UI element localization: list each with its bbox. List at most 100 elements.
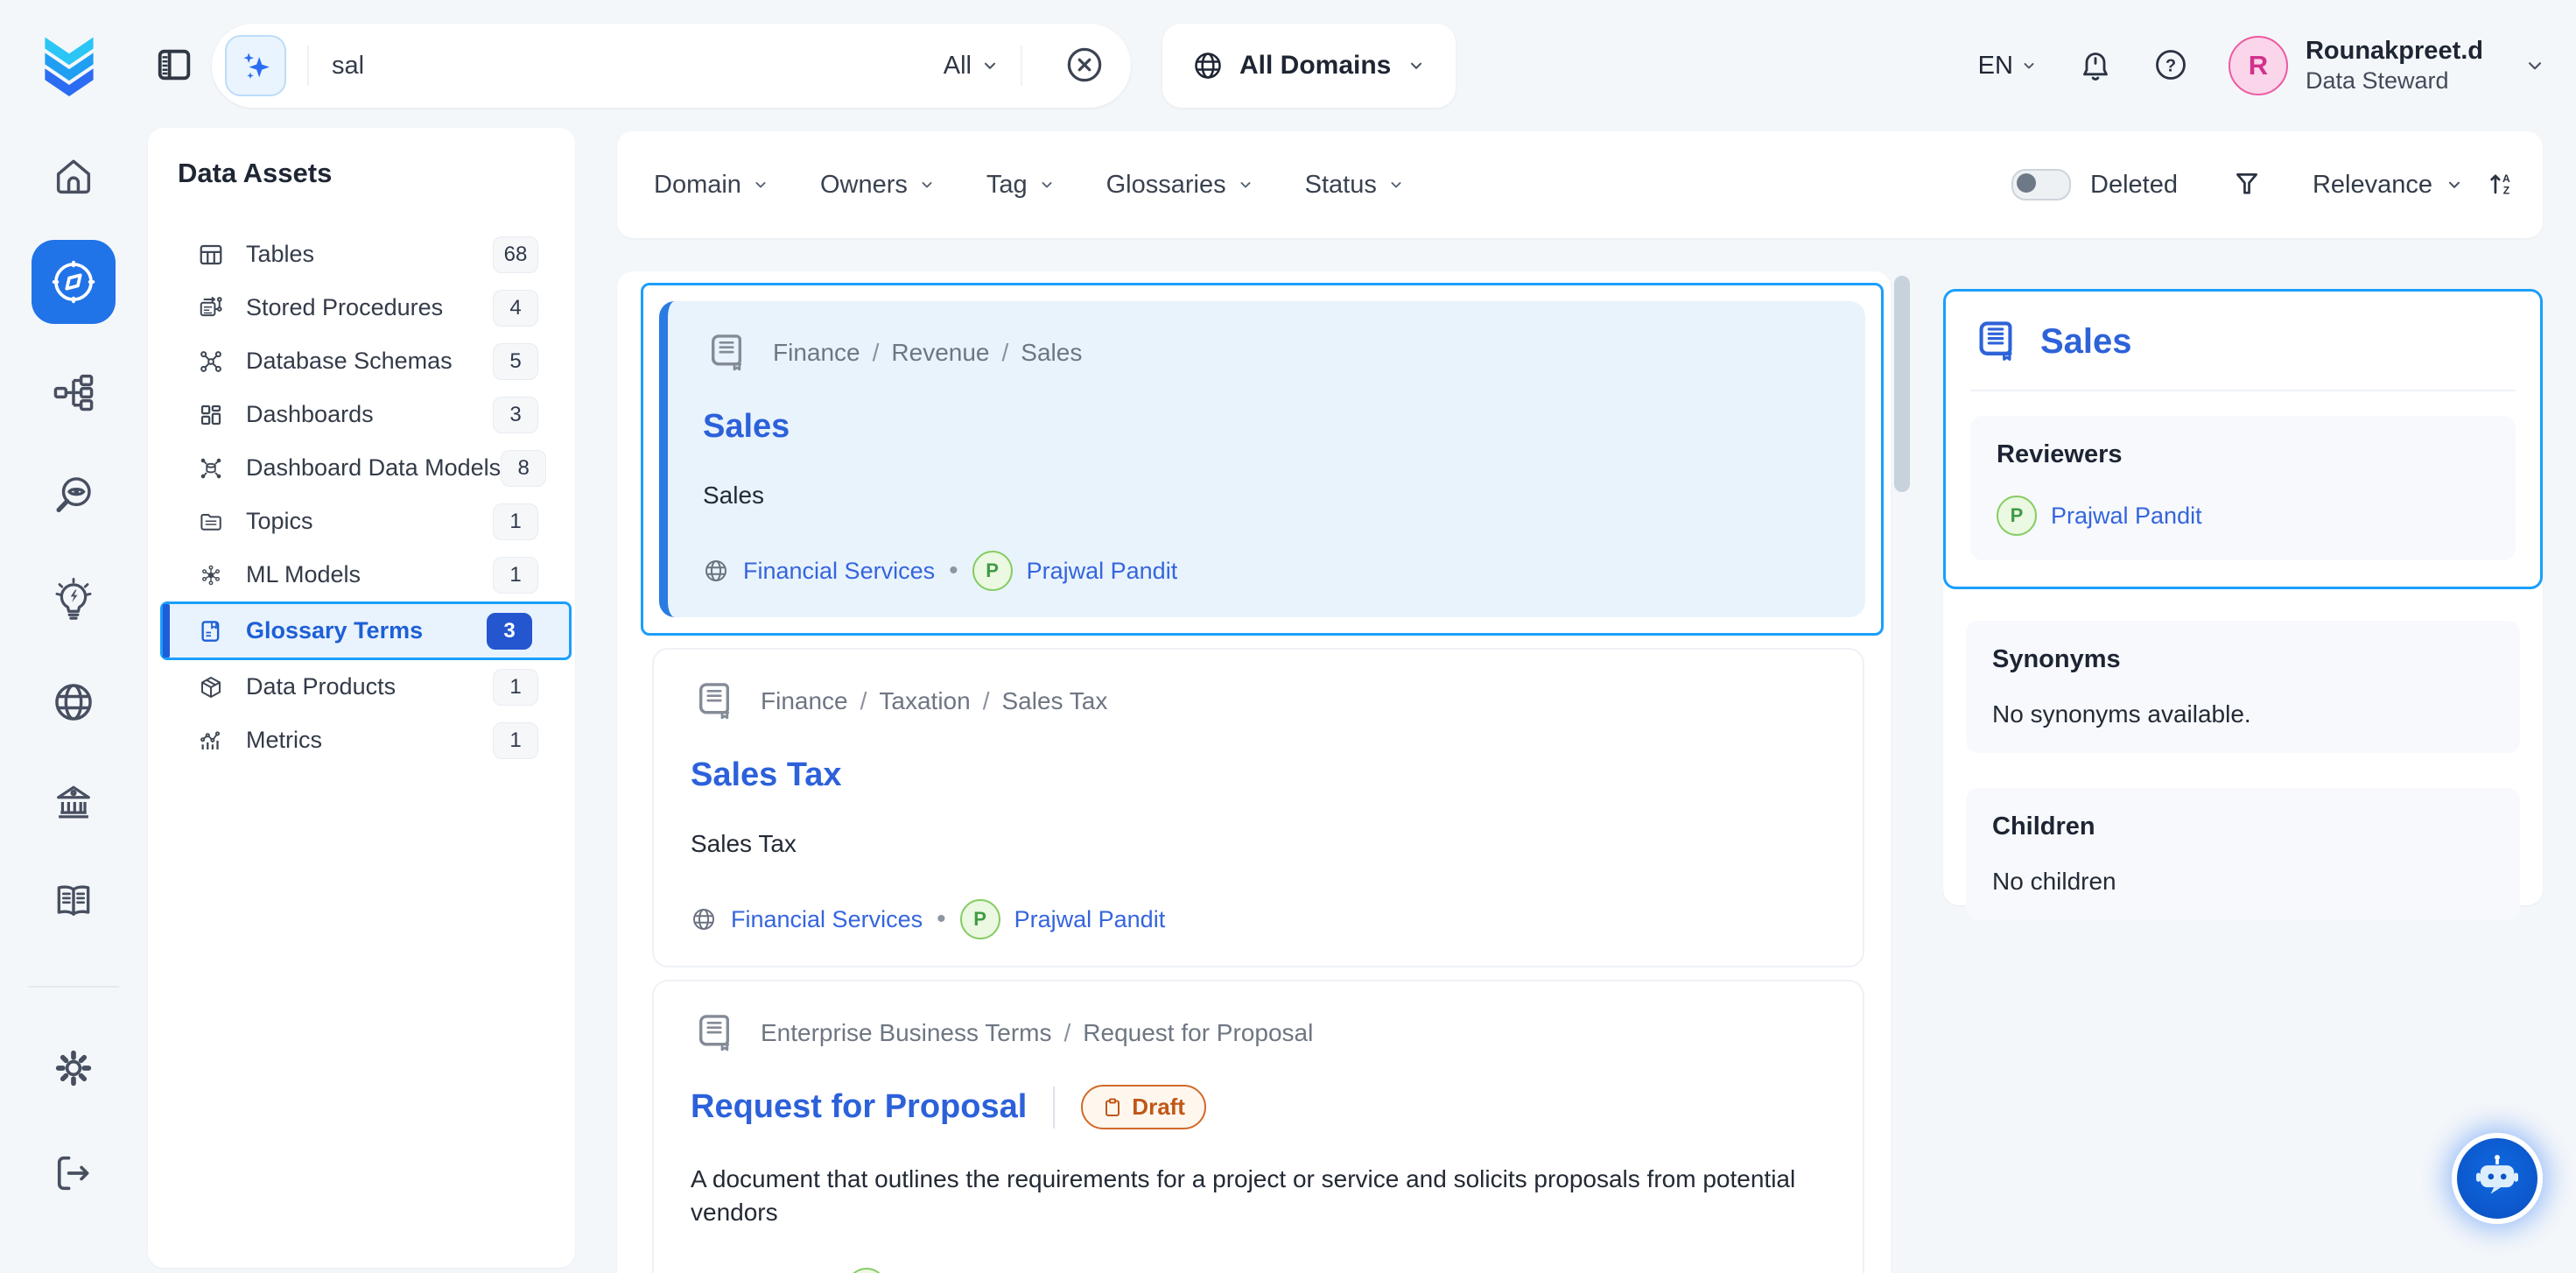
filter-tag[interactable]: Tag <box>986 171 1056 200</box>
book-icon <box>703 327 750 378</box>
asset-type-stored-procedures[interactable]: Stored Procedures 4 <box>148 281 575 334</box>
dashboard-data-model-icon <box>197 455 225 482</box>
user-menu[interactable]: R Rounakpreet.d Data Steward <box>2229 36 2483 95</box>
asset-type-data-products[interactable]: Data Products 1 <box>148 660 575 714</box>
filter-bar: Domain Owners Tag Glossaries Status <box>617 131 2543 238</box>
crumb-separator: / <box>873 339 880 367</box>
left-nav-rail <box>0 131 147 1247</box>
asset-type-dashboard-data-models[interactable]: Dashboard Data Models 8 <box>148 441 575 495</box>
result-card-request-for-proposal[interactable]: Enterprise Business Terms/ Request for P… <box>652 980 1864 1273</box>
chevron-down-icon[interactable] <box>2523 54 2546 77</box>
chevron-down-icon <box>918 176 936 193</box>
crumb[interactable]: Finance <box>761 687 848 715</box>
language-dropdown[interactable]: EN <box>1978 52 2038 81</box>
crumb[interactable]: Sales <box>1021 339 1082 367</box>
asset-type-topics[interactable]: Topics 1 <box>148 495 575 548</box>
bell-icon <box>2078 47 2113 82</box>
asset-label: Data Products <box>246 673 493 700</box>
book-icon <box>691 676 738 727</box>
chevron-down-icon <box>980 56 1000 75</box>
owner-avatar-initial: P <box>986 559 999 582</box>
globe-icon[interactable] <box>51 679 96 725</box>
crumb[interactable]: Taxation <box>879 687 970 715</box>
search-scope-dropdown[interactable]: All <box>944 52 1000 81</box>
asset-type-glossary-terms-selected[interactable]: Glossary Terms 3 <box>160 601 572 660</box>
all-domains-label: All Domains <box>1239 51 1391 81</box>
asset-label: Metrics <box>246 727 493 754</box>
asset-type-database-schemas[interactable]: Database Schemas 5 <box>148 334 575 388</box>
language-label: EN <box>1978 52 2013 81</box>
sparkles-ai-icon[interactable] <box>225 35 286 96</box>
clear-circle-icon <box>1064 45 1105 85</box>
filter-bar-right: Deleted Relevance A Z <box>2011 169 2516 201</box>
chat-assistant-button[interactable] <box>2452 1133 2543 1224</box>
domain-link[interactable]: Financial Services <box>743 558 935 585</box>
term-title-link[interactable]: Sales <box>703 408 790 446</box>
glossary-term-card[interactable]: Finance/ Revenue/ Sales Sales Sales Fina… <box>659 301 1865 617</box>
search-eye-icon[interactable] <box>51 473 96 518</box>
term-title-row: Request for Proposal Draft <box>691 1085 1826 1129</box>
book-icon <box>1970 314 2021 369</box>
crumb[interactable]: Revenue <box>891 339 989 367</box>
help-icon: ? <box>2153 47 2188 82</box>
asset-type-dashboards[interactable]: Dashboards 3 <box>148 388 575 441</box>
help-button[interactable]: ? <box>2153 47 2188 85</box>
term-description: Sales <box>703 479 1830 512</box>
filter-status[interactable]: Status <box>1305 171 1405 200</box>
sort-field-dropdown[interactable]: Relevance <box>2313 171 2464 200</box>
term-title-link[interactable]: Request for Proposal <box>691 1088 1027 1126</box>
crumb[interactable]: Sales Tax <box>1001 687 1107 715</box>
home-icon[interactable] <box>51 154 96 200</box>
children-heading: Children <box>1992 812 2494 841</box>
filter-domain[interactable]: Domain <box>654 171 769 200</box>
sort-direction-button[interactable]: A Z <box>2487 169 2516 201</box>
asset-count: 1 <box>493 503 538 540</box>
gear-icon[interactable] <box>51 1045 96 1091</box>
asset-type-metrics[interactable]: Metrics 1 <box>148 714 575 767</box>
app-logo-icon[interactable] <box>35 32 103 100</box>
search-input[interactable] <box>330 51 944 81</box>
bank-icon[interactable] <box>51 779 96 825</box>
domain-link[interactable]: Financial Services <box>731 906 923 933</box>
global-search-bar[interactable]: All <box>212 24 1131 108</box>
chevron-down-icon <box>1237 176 1254 193</box>
crumb[interactable]: Request for Proposal <box>1083 1019 1313 1047</box>
robot-icon <box>2469 1150 2525 1206</box>
term-footer: Financial Services • P Prajwal Pandit <box>703 551 1830 591</box>
svg-text:A: A <box>2502 172 2510 184</box>
schema-icon <box>197 348 225 375</box>
book-icon <box>691 1008 738 1058</box>
lineage-icon[interactable] <box>51 369 96 415</box>
dashboard-icon <box>197 402 225 428</box>
owner-link[interactable]: Prajwal Pandit <box>1014 906 1166 933</box>
notifications-button[interactable] <box>2078 47 2113 85</box>
asset-type-ml-models[interactable]: ML Models 1 <box>148 548 575 601</box>
asset-label: Tables <box>246 241 493 268</box>
lightbulb-icon[interactable] <box>51 576 96 622</box>
asset-type-tables[interactable]: Tables 68 <box>148 228 575 281</box>
result-card-sales-selected[interactable]: Finance/ Revenue/ Sales Sales Sales Fina… <box>641 283 1884 636</box>
sidebar-toggle-button[interactable] <box>154 44 194 88</box>
logout-icon[interactable] <box>51 1150 96 1196</box>
nav-explore-active[interactable] <box>32 240 116 324</box>
open-book-icon[interactable] <box>50 877 97 925</box>
reviewer-link[interactable]: Prajwal Pandit <box>2051 503 2202 530</box>
result-card-sales-tax[interactable]: Finance/ Taxation/ Sales Tax Sales Tax S… <box>652 648 1864 967</box>
filter-owners[interactable]: Owners <box>820 171 936 200</box>
chevron-down-icon <box>2445 175 2464 194</box>
filter-glossaries[interactable]: Glossaries <box>1106 171 1254 200</box>
advanced-filter-button[interactable] <box>2232 169 2262 201</box>
deleted-toggle[interactable] <box>2011 169 2071 200</box>
crumb-separator: / <box>860 687 867 715</box>
results-scrollbar-thumb[interactable] <box>1894 276 1910 492</box>
all-domains-dropdown[interactable]: All Domains <box>1162 24 1456 108</box>
term-footer: No Domain • H Harsha <box>691 1268 1826 1273</box>
term-title-link[interactable]: Sales Tax <box>691 756 842 794</box>
detail-term-title[interactable]: Sales <box>2040 322 2132 362</box>
clear-search-button[interactable] <box>1064 45 1105 88</box>
synonyms-empty-text: No synonyms available. <box>1992 700 2494 728</box>
term-footer: Financial Services • P Prajwal Pandit <box>691 899 1826 939</box>
owner-link[interactable]: Prajwal Pandit <box>1027 558 1178 585</box>
crumb[interactable]: Finance <box>773 339 860 367</box>
crumb[interactable]: Enterprise Business Terms <box>761 1019 1052 1047</box>
